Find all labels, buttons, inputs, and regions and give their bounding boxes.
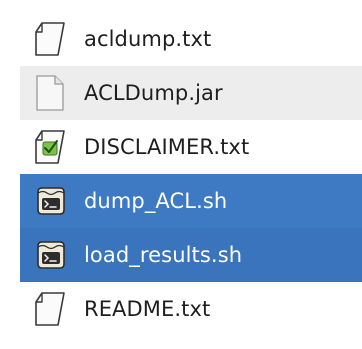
- file-item-acldump-txt[interactable]: acldump.txt: [20, 12, 362, 66]
- shell-script-icon: [30, 235, 70, 275]
- file-list: acldump.txt ACLDump.jar DISCLAIMER.txt d…: [20, 12, 362, 336]
- file-name: ACLDump.jar: [84, 81, 223, 105]
- file-name: load_results.sh: [84, 243, 243, 267]
- file-name: acldump.txt: [84, 27, 212, 51]
- text-file-icon: [30, 19, 70, 59]
- file-item-acldump-jar[interactable]: ACLDump.jar: [20, 66, 362, 120]
- text-file-checked-icon: [30, 127, 70, 167]
- file-name: DISCLAIMER.txt: [84, 135, 250, 159]
- file-name: dump_ACL.sh: [84, 189, 228, 213]
- text-file-icon: [30, 289, 70, 329]
- file-item-readme-txt[interactable]: README.txt: [20, 282, 362, 336]
- blank-file-icon: [30, 73, 70, 113]
- shell-script-icon: [30, 181, 70, 221]
- file-item-disclaimer-txt[interactable]: DISCLAIMER.txt: [20, 120, 362, 174]
- file-item-load-results-sh[interactable]: load_results.sh: [20, 228, 362, 282]
- file-item-dump-acl-sh[interactable]: dump_ACL.sh: [20, 174, 362, 228]
- file-name: README.txt: [84, 297, 211, 321]
